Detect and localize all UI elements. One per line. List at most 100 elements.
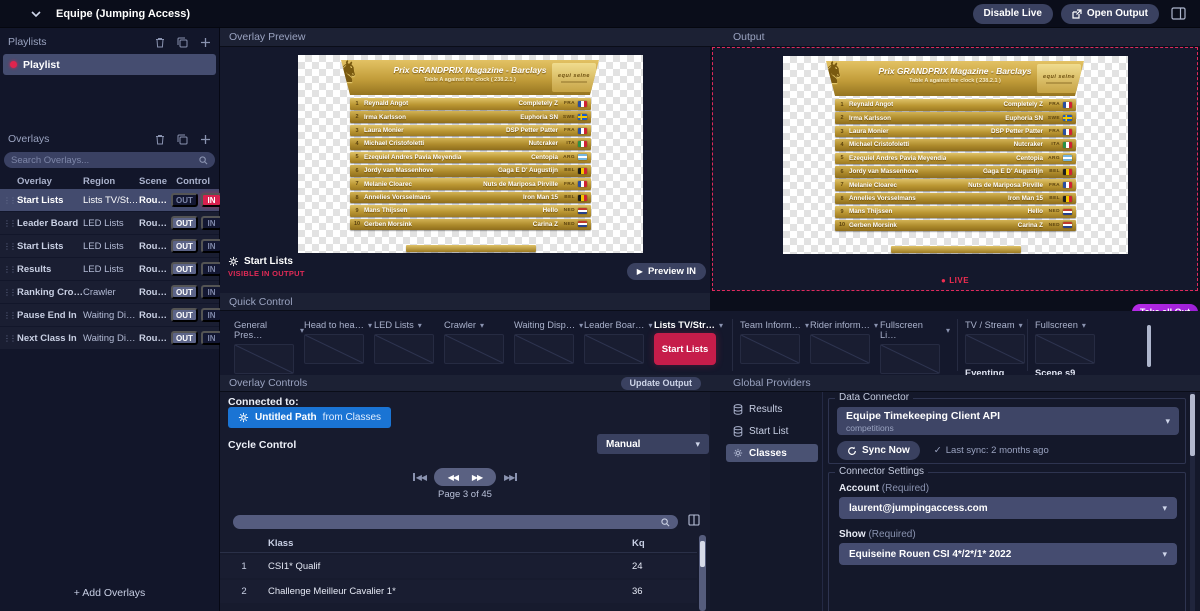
out-button[interactable]: OUT [171, 331, 198, 345]
open-output-label: Open Output [1087, 8, 1148, 19]
next-page-icon[interactable]: ▶▶ [472, 473, 482, 482]
table-row[interactable]: ⋮⋮ Pause End In Waiting Disp… Rouen… OUT… [0, 304, 219, 326]
quick-item-dropdown[interactable]: Waiting Disp…▾ [514, 320, 584, 330]
drag-handle-icon[interactable]: ⋮⋮ [3, 242, 17, 251]
out-button[interactable]: OUT [171, 262, 198, 276]
duplicate-icon[interactable] [177, 37, 188, 48]
startlist-row: 9 Mans Thijssen Hello NED [350, 205, 591, 217]
table-row[interactable]: ⋮⋮ Start Lists LED Lists Rouen… OUT IN [0, 235, 219, 257]
quick-item-thumbnail[interactable] [1035, 334, 1095, 364]
table-row[interactable]: 2 Challenge Meilleur Cavalier 1* 36 [220, 580, 697, 603]
out-button[interactable]: OUT [171, 193, 198, 207]
layout-panel-icon[interactable] [1171, 7, 1186, 20]
panel-scrollbar[interactable] [1190, 392, 1195, 611]
in-button[interactable]: IN [201, 262, 222, 276]
quick-item-dropdown[interactable]: Lists TV/Str…▾ [654, 320, 724, 330]
trash-icon[interactable] [155, 37, 165, 48]
in-button[interactable]: IN [201, 308, 222, 322]
account-dropdown[interactable]: laurent@jumpingaccess.com ▾ [839, 497, 1177, 519]
chevron-down-icon[interactable] [30, 8, 42, 20]
sync-now-button[interactable]: Sync Now [837, 441, 920, 460]
last-page-button[interactable]: ▶▶ [504, 473, 517, 482]
quick-item-thumbnail[interactable] [444, 334, 504, 364]
provider-item-classes[interactable]: Classes [726, 444, 818, 462]
first-page-button[interactable]: ◀◀ [413, 473, 426, 482]
drag-handle-icon[interactable]: ⋮⋮ [3, 334, 17, 343]
disable-live-button[interactable]: Disable Live [973, 4, 1053, 24]
table-row[interactable]: ⋮⋮ Ranking Cro… Crawler Rouen… OUT IN [0, 281, 219, 303]
quick-item-thumbnail[interactable] [374, 334, 434, 364]
quick-item-thumbnail[interactable] [584, 334, 644, 364]
overlay-search-input[interactable] [11, 155, 199, 166]
table-row[interactable]: ⋮⋮ Start Lists Lists TV/Str… Rouen… OUT … [0, 189, 219, 211]
in-button[interactable]: IN [201, 239, 222, 253]
table-row[interactable]: ⋮⋮ Results LED Lists Rouen… OUT IN [0, 258, 219, 280]
cycle-mode-dropdown[interactable]: Manual ▾ [597, 434, 709, 454]
in-button[interactable]: IN [201, 216, 222, 230]
quick-item-thumbnail[interactable] [810, 334, 870, 364]
table-row[interactable]: 1 CSI1* Qualif 24 [220, 555, 697, 578]
quick-item-thumbnail[interactable] [514, 334, 574, 364]
quick-item-dropdown[interactable]: Head to hea…▾ [304, 320, 374, 330]
table-row[interactable]: ⋮⋮ Next Class In Waiting Disp… Rouen… OU… [0, 327, 219, 349]
quick-item-thumbnail[interactable] [880, 344, 940, 374]
show-dropdown[interactable]: Equiseine Rouen CSI 4*/2*/1* 2022 ▾ [839, 543, 1177, 565]
cycle-search-input[interactable] [241, 517, 661, 527]
in-button[interactable]: IN [201, 285, 222, 299]
update-output-button[interactable]: Update Output [621, 377, 702, 390]
start-lists-action-button[interactable]: Start Lists [654, 333, 716, 365]
rider-name: Melanie Cloarec [364, 181, 412, 188]
startlist-row: 8 Annelies Vorsselmans Iron Man 15 BEL [835, 193, 1076, 205]
overlay-scene: Rouen… [139, 287, 171, 298]
quick-item-dropdown[interactable]: Leader Boar…▾ [584, 320, 654, 330]
add-overlay-icon[interactable] [200, 134, 211, 145]
out-button[interactable]: OUT [171, 239, 198, 253]
out-button[interactable]: OUT [171, 308, 198, 322]
open-output-button[interactable]: Open Output [1061, 4, 1159, 24]
table-row[interactable]: ⋮⋮ Leader Board LED Lists Rouen… OUT IN [0, 212, 219, 234]
table-scrollbar[interactable] [699, 535, 706, 611]
preview-in-button[interactable]: ▶ Preview IN [627, 263, 706, 280]
prev-page-icon[interactable]: ◀◀ [448, 473, 458, 482]
panel-divider [822, 392, 823, 611]
graphic-banner: ♞ Prix GRANDPRIX Magazine - Barclays Tab… [826, 61, 1084, 96]
out-button[interactable]: OUT [171, 216, 198, 230]
quick-item-dropdown[interactable]: TV / Stream▾ [965, 320, 1035, 330]
quick-scrollbar[interactable] [1147, 325, 1151, 367]
quick-item-thumbnail[interactable] [965, 334, 1025, 364]
drag-handle-icon[interactable]: ⋮⋮ [3, 219, 17, 228]
provider-item-start-list[interactable]: Start List [726, 422, 818, 440]
horse-logo-icon: ♞ [333, 55, 360, 90]
rider-name: Irma Karlsson [849, 115, 891, 122]
playlist-item[interactable]: Playlist [3, 54, 216, 75]
quick-item-dropdown[interactable]: Fullscreen▾ [1035, 320, 1105, 330]
add-overlays-button[interactable]: + Add Overlays [0, 587, 219, 599]
pagination: ◀◀ ◀◀ ▶▶ ▶▶ [220, 468, 710, 486]
drag-handle-icon[interactable]: ⋮⋮ [3, 265, 17, 274]
drag-handle-icon[interactable]: ⋮⋮ [3, 311, 17, 320]
quick-item-dropdown[interactable]: Rider inform…▾ [810, 320, 880, 330]
trash-icon[interactable] [155, 134, 165, 145]
rider-position: 1 [350, 101, 364, 107]
page-step-buttons[interactable]: ◀◀ ▶▶ [434, 468, 496, 486]
in-button[interactable]: IN [201, 331, 222, 345]
drag-handle-icon[interactable]: ⋮⋮ [3, 288, 17, 297]
quick-item-dropdown[interactable]: General Pres…▾ [234, 320, 304, 340]
out-button[interactable]: OUT [171, 285, 198, 299]
provider-item-results[interactable]: Results [726, 400, 818, 418]
quick-item-dropdown[interactable]: Fullscreen Li…▾ [880, 320, 950, 340]
quick-item-dropdown[interactable]: Team Inform…▾ [740, 320, 810, 330]
quick-item-dropdown[interactable]: Crawler▾ [444, 320, 514, 330]
playlists-title: Playlists [8, 36, 47, 48]
column-settings-icon[interactable] [688, 514, 700, 526]
connector-provider-dropdown[interactable]: Equipe Timekeeping Client API competitio… [837, 407, 1179, 435]
in-button[interactable]: IN [201, 193, 222, 207]
quick-item-thumbnail[interactable] [304, 334, 364, 364]
duplicate-icon[interactable] [177, 134, 188, 145]
quick-item-thumbnail[interactable] [740, 334, 800, 364]
quick-item-dropdown[interactable]: LED Lists▾ [374, 320, 444, 330]
add-playlist-icon[interactable] [200, 37, 211, 48]
drag-handle-icon[interactable]: ⋮⋮ [3, 196, 17, 205]
quick-item-thumbnail[interactable] [234, 344, 294, 374]
connected-path-button[interactable]: Untitled Path from Classes [228, 407, 391, 428]
